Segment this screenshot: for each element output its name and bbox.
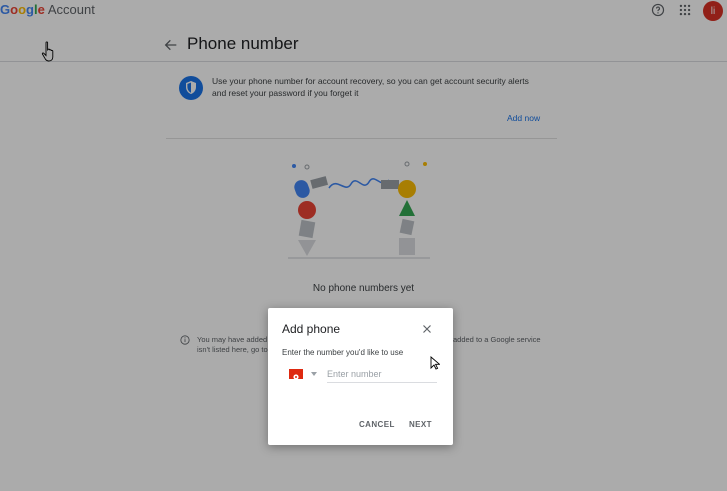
flag-emblem-icon <box>293 374 299 380</box>
next-button[interactable]: NEXT <box>405 418 436 431</box>
phone-input-label: Enter the number you'd like to use <box>282 348 404 357</box>
cancel-button[interactable]: CANCEL <box>355 418 399 431</box>
add-phone-dialog: Add phone Enter the number you'd like to… <box>268 308 453 445</box>
hong-kong-flag-icon <box>289 369 303 380</box>
phone-number-input[interactable] <box>327 366 437 383</box>
chevron-down-icon <box>311 372 317 376</box>
dialog-title: Add phone <box>282 322 341 336</box>
mouse-pointer-icon <box>430 356 440 370</box>
close-icon[interactable] <box>421 323 433 335</box>
